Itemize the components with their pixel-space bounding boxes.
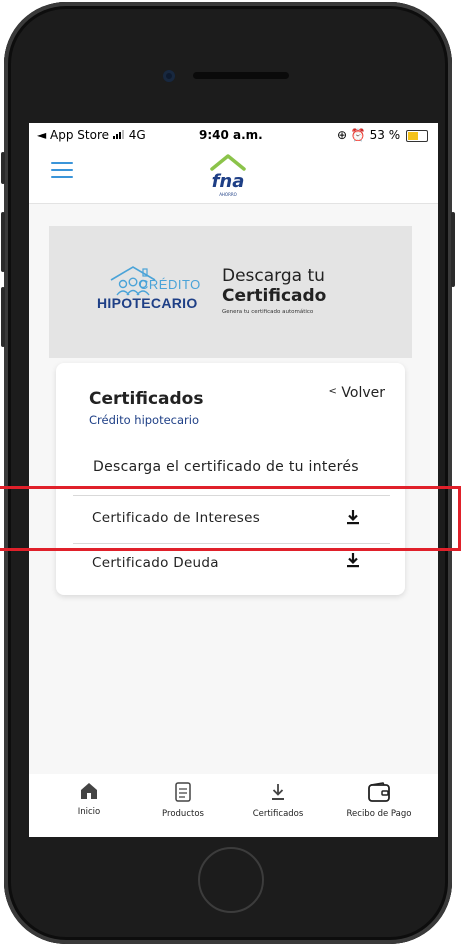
back-label: Volver [341, 385, 385, 401]
status-bar: ◄ App Store 4G 9:40 a.m. ⊕ ⏰ 53 % [29, 123, 438, 149]
network-label: 4G [128, 128, 146, 142]
logo-credito-text: CRÉDITO [139, 277, 201, 292]
home-button[interactable] [198, 847, 264, 913]
status-right: ⊕ ⏰ 53 % [337, 128, 428, 142]
wallet-icon [368, 782, 390, 802]
alarm-icon: ⏰ [350, 128, 366, 142]
certificate-label: Certificado Deuda [92, 555, 219, 571]
tab-productos[interactable]: Productos [138, 782, 228, 819]
certificate-banner: CRÉDITO HIPOTECARIO Descarga tu Certific… [49, 226, 412, 358]
download-icon [272, 784, 284, 800]
document-icon [175, 782, 191, 802]
fna-logo: fna AHORRO [202, 153, 254, 201]
banner-subtitle: Genera tu certificado automático [222, 309, 314, 315]
battery-level [408, 131, 418, 140]
certificate-row-deuda[interactable]: Certificado Deuda [73, 546, 390, 590]
battery-percent: 53 % [369, 128, 401, 142]
download-icon[interactable] [346, 552, 360, 568]
divider [73, 495, 390, 496]
certificate-label: Certificado de Intereses [92, 510, 261, 526]
certificates-card: Certificados Crédito hipotecario < Volve… [56, 363, 405, 595]
download-icon[interactable] [346, 509, 360, 525]
carrier-label[interactable]: ◄ App Store [37, 128, 109, 142]
card-subtitle: Crédito hipotecario [89, 413, 200, 427]
app-bar: fna AHORRO [29, 149, 438, 204]
tab-inicio[interactable]: Inicio [44, 782, 134, 817]
status-left: ◄ App Store 4G [37, 128, 146, 142]
house-roof-icon [210, 154, 246, 171]
banner-title-line1: Descarga tu [222, 266, 325, 286]
earpiece-speaker [193, 72, 289, 79]
mute-switch [1, 152, 5, 184]
logo-hipotecario-text: HIPOTECARIO [97, 295, 198, 311]
lock-rotation-icon: ⊕ [337, 128, 348, 142]
logo-text: fna [211, 171, 245, 192]
certificate-row-intereses[interactable]: Certificado de Intereses [73, 497, 390, 541]
power-button [451, 212, 455, 287]
hamburger-menu-icon[interactable] [51, 162, 73, 178]
banner-title-line2: Certificado [222, 286, 327, 306]
volume-up-button [1, 212, 5, 272]
home-icon [81, 783, 97, 799]
volume-down-button [1, 287, 5, 347]
back-button[interactable]: < Volver [329, 385, 385, 401]
tab-label: Certificados [252, 809, 304, 819]
tab-label: Inicio [77, 807, 101, 817]
status-time: 9:40 a.m. [199, 128, 263, 142]
credito-hipotecario-logo: CRÉDITO HIPOTECARIO [93, 264, 213, 324]
bottom-tab-bar: Inicio Productos Certificados Recibo de … [29, 774, 438, 837]
front-camera [163, 70, 175, 82]
banner-title: Descarga tu Certificado [222, 266, 326, 306]
chevron-left-icon: < [328, 386, 337, 397]
section-heading: Descarga el certificado de tu interés [93, 459, 359, 475]
app-screen: ◄ App Store 4G 9:40 a.m. ⊕ ⏰ 53 % fna AH… [29, 123, 438, 837]
card-title: Certificados [89, 389, 204, 409]
tab-recibo-de-pago[interactable]: Recibo de Pago [334, 782, 424, 819]
tab-label: Recibo de Pago [346, 809, 412, 819]
battery-icon [406, 129, 428, 142]
logo-subtext: AHORRO [219, 192, 237, 197]
divider [73, 543, 390, 544]
tab-label: Productos [162, 809, 204, 819]
tab-certificados[interactable]: Certificados [233, 782, 323, 819]
signal-icon [112, 128, 125, 142]
